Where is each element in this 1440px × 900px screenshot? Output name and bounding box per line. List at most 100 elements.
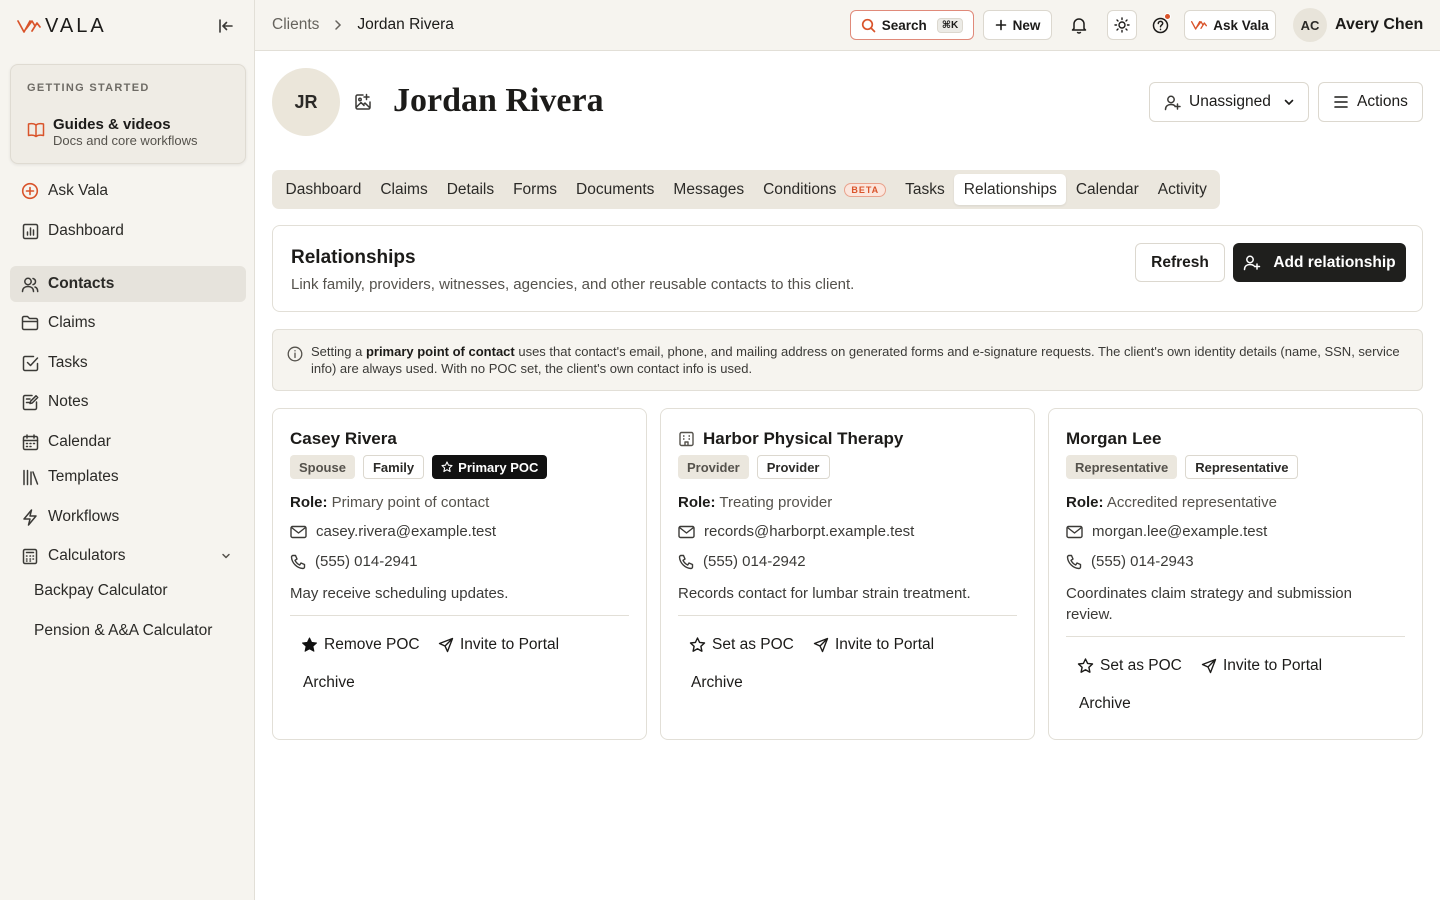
archive-button[interactable]: Archive xyxy=(691,674,743,692)
sidebar-header: VALA xyxy=(0,0,254,52)
search-button[interactable]: Search ⌘K xyxy=(850,10,974,40)
primary-poc-badge: Primary POC xyxy=(432,455,548,479)
sidebar-item-notes[interactable]: Notes xyxy=(10,384,246,420)
search-label: Search xyxy=(881,17,927,33)
new-label: New xyxy=(1012,17,1041,33)
chevron-down-icon xyxy=(220,550,232,562)
notifications-button[interactable] xyxy=(1064,10,1094,40)
breadcrumb-clients-link[interactable]: Clients xyxy=(272,16,319,34)
send-icon xyxy=(813,637,829,653)
sidebar-item-claims[interactable]: Claims xyxy=(10,305,246,341)
guides-videos-link[interactable]: Guides & videos Docs and core workflows xyxy=(27,116,198,148)
collapse-icon xyxy=(219,19,233,33)
folder-icon xyxy=(21,314,39,332)
theme-toggle-button[interactable] xyxy=(1107,10,1137,40)
badge-group: Representative Representative xyxy=(1066,455,1299,479)
collapse-sidebar-button[interactable] xyxy=(216,16,236,36)
tab-documents[interactable]: Documents xyxy=(567,174,664,205)
vala-logo-icon xyxy=(1191,19,1208,31)
invite-to-portal-button[interactable]: Invite to Portal xyxy=(1201,657,1322,675)
archive-button[interactable]: Archive xyxy=(1079,695,1131,713)
star-filled-icon xyxy=(301,637,318,653)
contact-email[interactable]: morgan.lee@example.test xyxy=(1066,523,1267,540)
category-badge: Family xyxy=(362,455,425,479)
client-tabs: Dashboard Claims Details Forms Documents… xyxy=(272,170,1221,209)
tab-relationships[interactable]: Relationships xyxy=(954,174,1067,205)
user-menu[interactable]: AC Avery Chen xyxy=(1293,8,1423,42)
contact-name-text: Harbor Physical Therapy xyxy=(703,429,904,448)
user-plus-icon xyxy=(1243,254,1261,271)
primary-poc-label: Primary POC xyxy=(458,459,539,475)
star-icon xyxy=(1077,658,1094,674)
invite-to-portal-button[interactable]: Invite to Portal xyxy=(438,636,559,654)
archive-button[interactable]: Archive xyxy=(303,674,355,692)
divider xyxy=(290,615,629,616)
badge-group: Spouse Family Primary POC xyxy=(290,455,548,479)
invite-to-portal-button[interactable]: Invite to Portal xyxy=(813,636,934,654)
info-text-bold: primary point of contact xyxy=(365,344,515,359)
sidebar-item-dashboard[interactable]: Dashboard xyxy=(10,213,246,249)
contact-role: Role: Accredited representative xyxy=(1066,494,1277,511)
role-label: Role: xyxy=(290,494,328,511)
tab-tasks[interactable]: Tasks xyxy=(896,174,955,205)
contact-phone[interactable]: (555) 014-2941 xyxy=(290,553,418,570)
contact-email[interactable]: records@harborpt.example.test xyxy=(678,523,914,540)
sidebar-item-contacts[interactable]: Contacts xyxy=(10,266,246,302)
contact-name[interactable]: Harbor Physical Therapy xyxy=(678,429,903,449)
contact-email[interactable]: casey.rivera@example.test xyxy=(290,523,496,540)
contact-phone[interactable]: (555) 014-2942 xyxy=(678,553,806,570)
contact-role: Role: Primary point of contact xyxy=(290,494,489,511)
send-icon xyxy=(438,637,454,653)
users-icon xyxy=(21,275,39,293)
chevron-down-icon xyxy=(1283,96,1295,108)
mail-icon xyxy=(678,525,695,539)
tab-label: Claims xyxy=(380,180,428,198)
refresh-button[interactable]: Refresh xyxy=(1135,243,1225,282)
divider xyxy=(1066,636,1405,637)
tab-details[interactable]: Details xyxy=(437,174,503,205)
calculator-icon xyxy=(21,547,39,565)
sidebar-item-calculators[interactable]: Calculators xyxy=(10,538,246,574)
tab-label: Documents xyxy=(576,180,655,198)
plus-icon xyxy=(995,19,1007,31)
brand-name: VALA xyxy=(45,14,107,37)
set-poc-label: Set as POC xyxy=(712,636,794,653)
category-badge: Provider xyxy=(756,455,830,479)
tab-activity[interactable]: Activity xyxy=(1148,174,1216,205)
building-icon xyxy=(678,431,695,447)
sidebar-item-ask-vala[interactable]: Ask Vala xyxy=(10,173,246,209)
page-title: Jordan Rivera xyxy=(393,82,604,119)
set-as-poc-button[interactable]: Set as POC xyxy=(689,636,794,654)
tab-calendar[interactable]: Calendar xyxy=(1066,174,1148,205)
sidebar-item-calendar[interactable]: Calendar xyxy=(10,424,246,460)
tab-claims[interactable]: Claims xyxy=(371,174,437,205)
assignee-dropdown[interactable]: Unassigned xyxy=(1149,82,1309,122)
topbar: Clients Jordan Rivera Search ⌘K New Ask … xyxy=(255,0,1440,51)
sun-icon xyxy=(1114,17,1130,33)
change-photo-button[interactable] xyxy=(354,93,372,111)
contact-name[interactable]: Morgan Lee xyxy=(1066,429,1161,449)
remove-poc-button[interactable]: Remove POC xyxy=(301,636,420,654)
sidebar-subitem-backpay[interactable]: Backpay Calculator xyxy=(34,582,168,600)
tab-messages[interactable]: Messages xyxy=(664,174,754,205)
tab-dashboard[interactable]: Dashboard xyxy=(276,174,371,205)
tab-conditions[interactable]: Conditions BETA xyxy=(754,174,896,205)
section-description: Link family, providers, witnesses, agenc… xyxy=(291,276,855,293)
email-value: casey.rivera@example.test xyxy=(316,523,497,540)
logo[interactable]: VALA xyxy=(17,15,107,38)
sidebar-subitem-pension[interactable]: Pension & A&A Calculator xyxy=(34,622,212,640)
actions-button[interactable]: Actions xyxy=(1318,82,1423,122)
set-as-poc-button[interactable]: Set as POC xyxy=(1077,657,1182,675)
ask-vala-button[interactable]: Ask Vala xyxy=(1184,10,1276,40)
plus-circle-icon xyxy=(21,182,39,200)
contact-name[interactable]: Casey Rivera xyxy=(290,429,397,449)
category-badge: Representative xyxy=(1185,455,1299,479)
new-button[interactable]: New xyxy=(983,10,1052,40)
contact-phone[interactable]: (555) 014-2943 xyxy=(1066,553,1194,570)
add-relationship-button[interactable]: Add relationship xyxy=(1233,243,1406,282)
sidebar-item-templates[interactable]: Templates xyxy=(10,459,246,495)
sidebar-item-workflows[interactable]: Workflows xyxy=(10,499,246,535)
calendar-icon xyxy=(21,433,39,451)
tab-forms[interactable]: Forms xyxy=(504,174,567,205)
sidebar-item-tasks[interactable]: Tasks xyxy=(10,345,246,381)
